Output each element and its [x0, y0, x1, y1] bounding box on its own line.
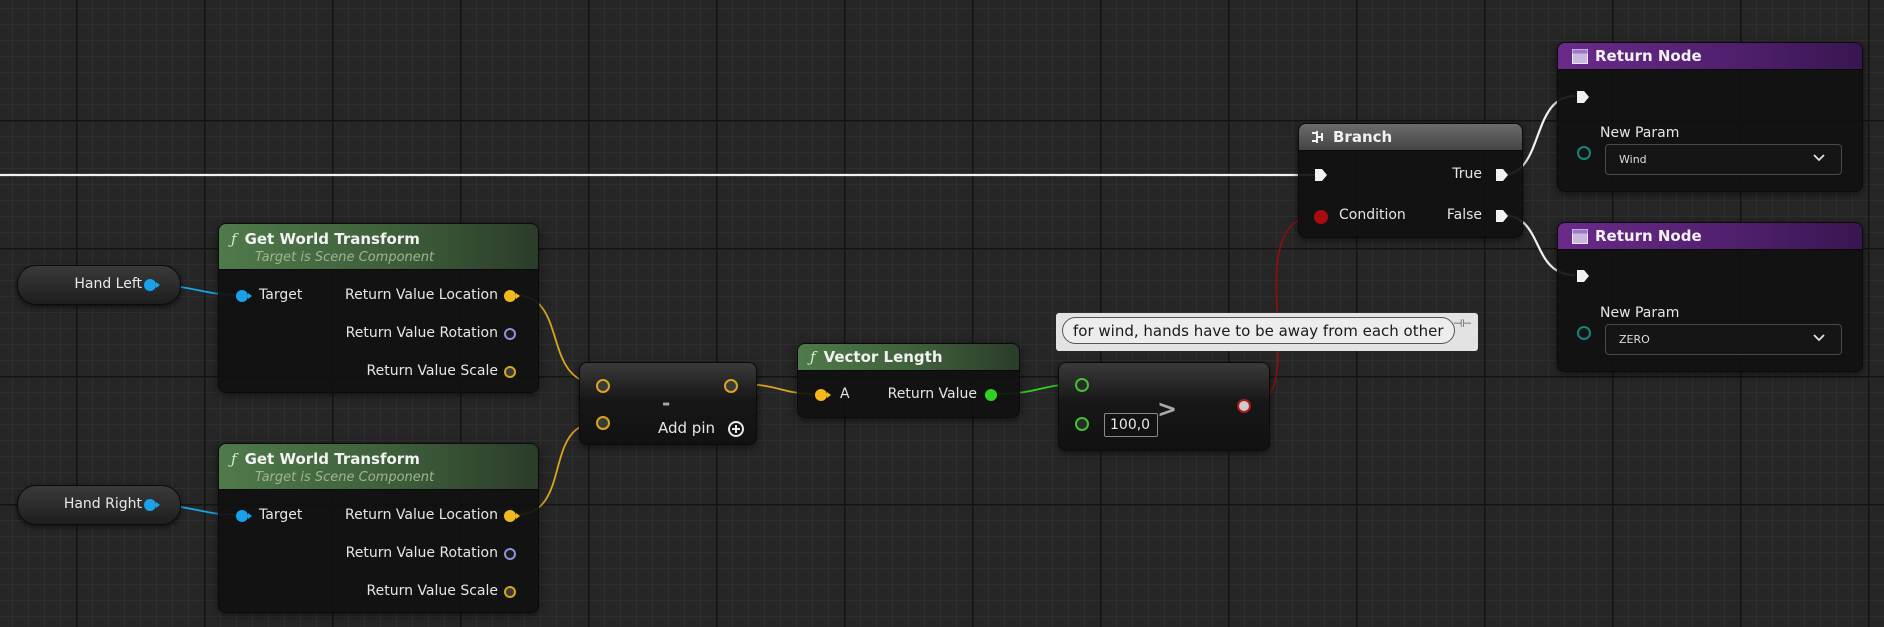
new-param-value: Wind: [1619, 153, 1647, 166]
comment-bubble[interactable]: for wind, hands have to be away from eac…: [1056, 313, 1478, 351]
vector-length-input-label: A: [840, 386, 850, 402]
new-param-dropdown[interactable]: ZERO: [1605, 324, 1842, 355]
node-title: Vector Length: [823, 348, 943, 366]
target-label: Target: [259, 507, 303, 523]
branch-false-pin[interactable]: [1495, 209, 1509, 223]
greater-output-pin[interactable]: [1237, 399, 1251, 413]
function-icon: ƒ: [231, 450, 237, 468]
branch-node[interactable]: Branch True Condition False: [1298, 123, 1523, 238]
return-node-header: Return Node: [1558, 43, 1862, 70]
return-scale-pin[interactable]: [504, 586, 516, 598]
new-param-label: New Param: [1600, 125, 1680, 141]
get-world-transform-node-1[interactable]: ƒ Get World Transform Target is Scene Com…: [218, 223, 539, 393]
return-rotation-label: Return Value Rotation: [345, 545, 498, 561]
hand-right-label: Hand Right: [63, 496, 142, 512]
chevron-down-icon: [1813, 154, 1825, 162]
greater-operator: >: [1157, 395, 1178, 423]
subtract-input-a-pin[interactable]: [596, 379, 610, 393]
return-scale-label: Return Value Scale: [366, 363, 498, 379]
return-exec-in-pin[interactable]: [1576, 269, 1590, 283]
function-icon: ƒ: [231, 230, 237, 248]
get-world-transform-node-2[interactable]: ƒ Get World Transform Target is Scene Com…: [218, 443, 539, 613]
branch-header: Branch: [1299, 124, 1522, 151]
return-location-pin[interactable]: [504, 510, 520, 522]
new-param-label: New Param: [1600, 305, 1680, 321]
new-param-dropdown[interactable]: Wind: [1605, 144, 1842, 175]
return-node-2[interactable]: Return Node New Param ZERO: [1557, 222, 1863, 372]
node-title: Get World Transform: [244, 230, 420, 248]
return-scale-label: Return Value Scale: [366, 583, 498, 599]
branch-condition-label: Condition: [1339, 207, 1406, 223]
return-node-icon: [1572, 229, 1588, 244]
vector-length-input-pin[interactable]: [815, 389, 831, 401]
target-pin[interactable]: [236, 290, 252, 302]
target-label: Target: [259, 287, 303, 303]
node-title: Return Node: [1595, 227, 1702, 245]
branch-icon: [1312, 131, 1323, 143]
add-pin-icon[interactable]: [728, 421, 744, 437]
return-node-1[interactable]: Return Node New Param Wind: [1557, 42, 1863, 192]
vector-length-node[interactable]: ƒ Vector Length A Return Value: [797, 343, 1020, 418]
vector-length-output-label: Return Value: [887, 386, 977, 402]
vector-length-header: ƒ Vector Length: [798, 344, 1019, 371]
hand-right-output-pin[interactable]: [144, 499, 160, 511]
comment-pill: for wind, hands have to be away from eac…: [1062, 317, 1455, 344]
function-icon: ƒ: [810, 348, 816, 366]
return-node-icon: [1572, 49, 1588, 64]
branch-condition-pin[interactable]: [1314, 210, 1328, 224]
greater-value: 100,0: [1110, 417, 1151, 433]
subtract-node[interactable]: - Add pin: [579, 362, 757, 445]
get-world-transform-header: ƒ Get World Transform Target is Scene Com…: [219, 224, 538, 270]
branch-true-label: True: [1452, 166, 1482, 182]
pin-icon[interactable]: ⊣⊢: [1453, 317, 1472, 330]
branch-exec-in-pin[interactable]: [1314, 168, 1328, 182]
hand-right-variable[interactable]: Hand Right: [17, 485, 181, 525]
node-title: Get World Transform: [244, 450, 420, 468]
comment-text: for wind, hands have to be away from eac…: [1073, 322, 1444, 340]
hand-left-label: Hand Left: [74, 276, 142, 292]
return-rotation-label: Return Value Rotation: [345, 325, 498, 341]
node-title: Return Node: [1595, 47, 1702, 65]
new-param-value: ZERO: [1619, 333, 1650, 346]
return-rotation-pin[interactable]: [504, 328, 516, 340]
node-title: Branch: [1333, 128, 1393, 146]
new-param-pin[interactable]: [1577, 326, 1591, 340]
add-pin-label[interactable]: Add pin: [658, 419, 715, 437]
node-subtitle: Target is Scene Component: [255, 470, 435, 485]
hand-left-variable[interactable]: Hand Left: [17, 265, 181, 305]
return-scale-pin[interactable]: [504, 366, 516, 378]
return-rotation-pin[interactable]: [504, 548, 516, 560]
subtract-input-b-pin[interactable]: [596, 416, 610, 430]
greater-input-b-pin[interactable]: [1075, 417, 1089, 431]
get-world-transform-header: ƒ Get World Transform Target is Scene Com…: [219, 444, 538, 490]
return-location-label: Return Value Location: [344, 287, 498, 303]
branch-false-label: False: [1446, 207, 1482, 223]
greater-input-a-pin[interactable]: [1075, 378, 1089, 392]
greater-than-node[interactable]: 100,0 >: [1058, 362, 1270, 451]
return-node-header: Return Node: [1558, 223, 1862, 250]
target-pin[interactable]: [236, 510, 252, 522]
return-location-pin[interactable]: [504, 290, 520, 302]
subtract-output-pin[interactable]: [724, 379, 738, 393]
greater-value-input[interactable]: 100,0: [1104, 413, 1158, 437]
node-subtitle: Target is Scene Component: [255, 250, 435, 265]
hand-left-output-pin[interactable]: [144, 279, 160, 291]
chevron-down-icon: [1813, 334, 1825, 342]
return-location-label: Return Value Location: [344, 507, 498, 523]
subtract-operator: -: [662, 391, 671, 415]
vector-length-output-pin[interactable]: [985, 389, 997, 401]
return-exec-in-pin[interactable]: [1576, 90, 1590, 104]
branch-true-pin[interactable]: [1495, 168, 1509, 182]
new-param-pin[interactable]: [1577, 146, 1591, 160]
